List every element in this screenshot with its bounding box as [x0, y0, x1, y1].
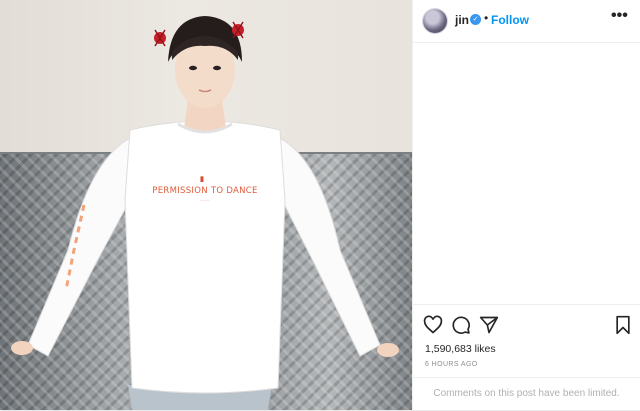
bookmark-icon[interactable] [613, 315, 633, 335]
person-figure [11, 16, 399, 410]
heart-icon[interactable] [423, 315, 443, 335]
verified-badge-icon: ✓ [470, 14, 481, 25]
post-header: jin ✓ • Follow ••• [413, 0, 640, 43]
post-timestamp[interactable]: 6 HOURS AGO [425, 361, 478, 368]
likes-count[interactable]: 1,590,683 likes [425, 343, 496, 355]
shirt-print-text: PERMISSION TO DANCE [152, 186, 258, 196]
send-icon[interactable] [479, 315, 499, 335]
post-photo[interactable]: ▮ PERMISSION TO DANCE ——— [0, 0, 412, 410]
more-options-icon[interactable]: ••• [611, 7, 628, 25]
comments-limited-notice: Comments on this post have been limited. [433, 388, 620, 399]
header-separator: • [484, 11, 489, 25]
shirt-print-subtext: ——— [200, 198, 210, 202]
comments-section: Comments on this post have been limited. [413, 377, 640, 411]
comment-icon[interactable] [451, 315, 471, 335]
avatar[interactable] [423, 9, 447, 33]
post-actions-bar [413, 304, 640, 343]
shirt-logo: ▮ [200, 176, 204, 183]
follow-button[interactable]: Follow [491, 13, 529, 27]
username[interactable]: jin [455, 13, 469, 27]
instagram-post: ▮ PERMISSION TO DANCE ——— jin ✓ • Follow… [0, 0, 640, 410]
post-side-panel: jin ✓ • Follow ••• 1,590,683 likes 6 HOU… [412, 0, 640, 410]
